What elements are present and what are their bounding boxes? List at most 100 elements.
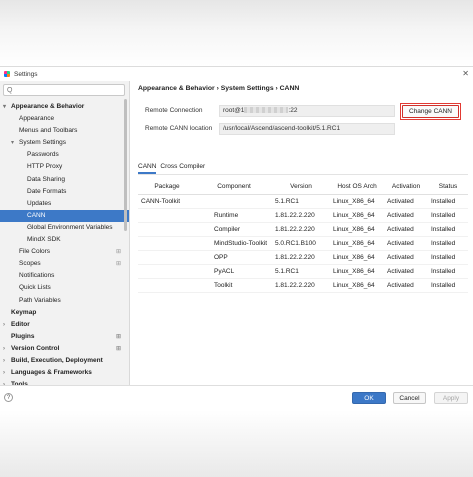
chevron-down-icon[interactable]: ▾ [11, 137, 14, 149]
sidebar-item-editor[interactable]: › Editor [0, 319, 129, 331]
sidebar-item-data-sharing[interactable]: Data Sharing [0, 174, 129, 186]
cell-package [138, 278, 196, 293]
sidebar-item-appearance[interactable]: Appearance [0, 113, 129, 125]
background-bottom [0, 410, 473, 477]
cell-status: Installed [428, 264, 468, 279]
sidebar-item-keymap[interactable]: Keymap [0, 307, 129, 319]
table-header-row: Package Component Version Host OS Arch A… [138, 179, 468, 195]
sidebar-item-appearance-behavior[interactable]: ▾ Appearance & Behavior [0, 101, 129, 113]
ok-button[interactable]: OK [352, 392, 386, 404]
cell-status: Installed [428, 250, 468, 265]
cell-host-os-arch: Linux_X86_64 [330, 250, 384, 265]
table-row[interactable]: CANN-Toolkit 5.1.RC1 Linux_X86_64 Activated… [138, 194, 468, 209]
close-icon[interactable]: ✕ [462, 69, 469, 78]
sidebar-item-notifications[interactable]: Notifications [0, 270, 129, 282]
remote-connection-field: root@1:22 [219, 105, 395, 117]
sidebar-item-cann[interactable]: CANN [0, 209, 129, 222]
cell-activation: Activated [384, 208, 428, 223]
table-row[interactable]: Toolkit 1.81.22.2.220 Linux_X86_64 Activate… [138, 278, 468, 293]
sidebar-item-scopes[interactable]: Scopes ⊞ [0, 258, 129, 270]
sidebar-item-label: Keymap [11, 308, 37, 316]
remote-location-label: Remote CANN location [145, 125, 213, 132]
chevron-right-icon[interactable]: › [3, 343, 5, 355]
change-cann-button[interactable]: Change CANN [400, 103, 461, 120]
column-header-status[interactable]: Status [428, 179, 468, 195]
sidebar-item-label: Plugins [11, 332, 35, 340]
sidebar-item-label: Languages & Frameworks [11, 369, 92, 377]
remote-connection-suffix: :22 [288, 107, 298, 114]
tab-cann[interactable]: CANN [138, 163, 157, 174]
cell-status: Installed [428, 194, 468, 209]
cell-activation: Activated [384, 250, 428, 265]
cell-component [196, 194, 272, 209]
table-row[interactable]: OPP 1.81.22.2.220 Linux_X86_64 Activated Ins… [138, 250, 468, 265]
sidebar-item-mindx-sdk[interactable]: MindX SDK [0, 234, 129, 246]
project-scope-icon: ⊞ [115, 333, 121, 340]
search-input[interactable]: Q [3, 84, 125, 96]
cell-version: 5.1.RC1 [272, 264, 330, 279]
sidebar-item-label: Global Environment Variables [27, 223, 113, 231]
chevron-right-icon[interactable]: › [3, 367, 5, 379]
table-row[interactable]: PyACL 5.1.RC1 Linux_X86_64 Activated Install… [138, 264, 468, 279]
title-bar: Settings ✕ [0, 67, 473, 81]
cell-package [138, 208, 196, 223]
settings-dialog: Settings ✕ Q ▾ Appearance & Behavior Appea… [0, 66, 473, 410]
sidebar-item-version-control[interactable]: › Version Control ⊞ [0, 343, 129, 355]
tab-cross-compiler[interactable]: Cross Compiler [160, 163, 205, 174]
table-row[interactable]: MindStudio-Toolkit 5.0.RC1.B100 Linux_X86_… [138, 236, 468, 251]
cell-version: 1.81.22.2.220 [272, 222, 330, 237]
sidebar-item-label: Path Variables [19, 296, 61, 304]
chevron-right-icon[interactable]: › [3, 355, 5, 367]
sidebar-item-label: File Colors [19, 248, 51, 256]
cell-activation: Activated [384, 264, 428, 279]
sidebar-item-plugins[interactable]: Plugins ⊞ [0, 331, 129, 343]
cell-host-os-arch: Linux_X86_64 [330, 194, 384, 209]
chevron-right-icon[interactable]: › [3, 319, 5, 331]
sidebar-item-label: Updates [27, 199, 52, 207]
sidebar-item-global-environment-variables[interactable]: Global Environment Variables [0, 222, 129, 234]
cell-host-os-arch: Linux_X86_64 [330, 208, 384, 223]
sidebar-item-http-proxy[interactable]: HTTP Proxy [0, 161, 129, 173]
table-row[interactable]: Compiler 1.81.22.2.220 Linux_X86_64 Activat… [138, 222, 468, 237]
cell-component: Toolkit [196, 278, 272, 293]
apply-button[interactable]: Apply [434, 392, 468, 404]
search-icon: Q [7, 86, 13, 94]
cell-component: OPP [196, 250, 272, 265]
cancel-button[interactable]: Cancel [393, 392, 426, 404]
sidebar-item-quick-lists[interactable]: Quick Lists [0, 282, 129, 294]
cell-host-os-arch: Linux_X86_64 [330, 278, 384, 293]
sidebar-item-label: Data Sharing [27, 175, 65, 183]
column-header-host-os-arch[interactable]: Host OS Arch [330, 179, 384, 195]
sidebar-item-label: Date Formats [27, 187, 67, 195]
sidebar-item-label: Version Control [11, 344, 60, 352]
sidebar-item-build-execution-deployment[interactable]: › Build, Execution, Deployment [0, 355, 129, 367]
sidebar-item-updates[interactable]: Updates [0, 198, 129, 210]
cell-status: Installed [428, 222, 468, 237]
cell-status: Installed [428, 208, 468, 223]
sidebar-item-file-colors[interactable]: File Colors ⊞ [0, 246, 129, 258]
background-top [0, 0, 473, 66]
project-scope-icon: ⊞ [115, 345, 121, 352]
settings-tree: ▾ Appearance & Behavior Appearance Menus an… [0, 101, 129, 385]
sidebar-item-system-settings[interactable]: ▾ System Settings [0, 137, 129, 149]
window-title: Settings [14, 70, 38, 78]
column-header-version[interactable]: Version [272, 179, 330, 195]
sidebar-item-menus-and-toolbars[interactable]: Menus and Toolbars [0, 125, 129, 137]
chevron-down-icon[interactable]: ▾ [3, 101, 6, 113]
column-header-component[interactable]: Component [196, 179, 272, 195]
footer-divider [0, 385, 473, 386]
help-icon[interactable]: ? [4, 393, 13, 402]
column-header-activation[interactable]: Activation [384, 179, 428, 195]
sidebar-scrollbar[interactable] [124, 99, 127, 231]
cell-host-os-arch: Linux_X86_64 [330, 222, 384, 237]
sidebar-item-languages-frameworks[interactable]: › Languages & Frameworks [0, 367, 129, 379]
sidebar-item-passwords[interactable]: Passwords [0, 149, 129, 161]
sidebar-item-date-formats[interactable]: Date Formats [0, 186, 129, 198]
column-header-package[interactable]: Package [138, 179, 196, 195]
sidebar-item-path-variables[interactable]: Path Variables [0, 295, 129, 307]
cann-tabs: CANN Cross Compiler [138, 163, 205, 174]
table-row[interactable]: Runtime 1.81.22.2.220 Linux_X86_64 Activate… [138, 208, 468, 223]
cell-version: 1.81.22.2.220 [272, 278, 330, 293]
sidebar-item-label: Passwords [27, 151, 59, 159]
cell-activation: Activated [384, 222, 428, 237]
